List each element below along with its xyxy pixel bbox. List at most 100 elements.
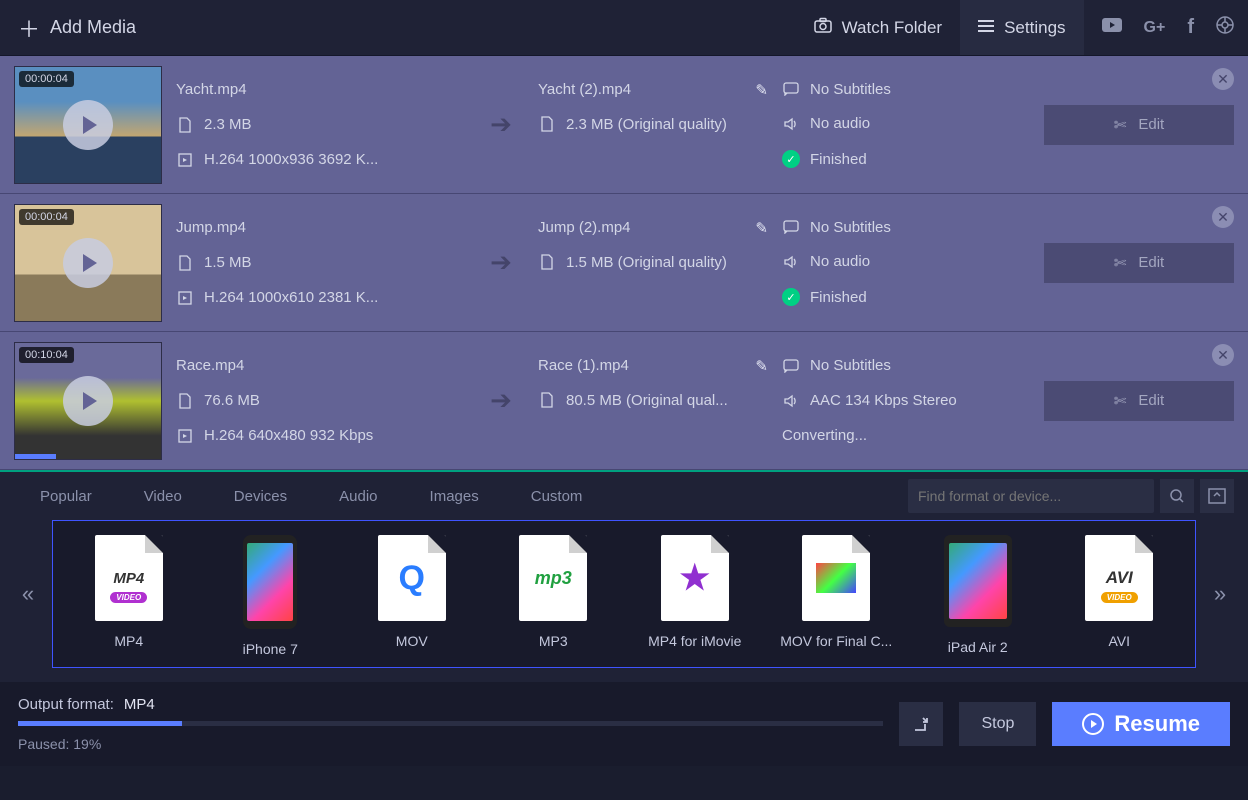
format-preset[interactable]: QMOV [346,535,478,657]
carousel-next-button[interactable]: » [1206,524,1234,664]
file-icon [538,254,556,270]
format-preset[interactable]: ★MP4 for iMovie [629,535,761,657]
source-filename: Race.mp4 [176,357,464,374]
format-label: iPhone 7 [243,641,298,657]
camera-icon [814,17,832,38]
format-search-input[interactable] [918,488,1144,504]
edit-button[interactable]: ✄ Edit [1044,243,1234,283]
dest-size: 2.3 MB (Original quality) [566,116,727,133]
check-icon: ✓ [782,150,800,168]
format-search[interactable] [908,479,1154,513]
file-icon [176,255,194,271]
facebook-icon[interactable]: f [1187,16,1194,39]
subtitles-icon [782,359,800,373]
duration-badge: 00:10:04 [19,347,74,363]
check-icon: ✓ [782,288,800,306]
dest-filename: Race (1).mp4 [538,357,629,374]
format-preset[interactable]: MOV for Final C... [771,535,903,657]
arrow-right-icon: ➔ [490,385,512,416]
format-label: AVI [1108,633,1130,649]
source-codec: H.264 1000x610 2381 K... [204,289,378,306]
codec-icon [176,153,194,167]
rename-icon[interactable]: ✎ [755,357,768,375]
format-label: MP4 for iMovie [648,633,741,649]
play-circle-icon [1082,713,1104,735]
status-value: Finished [810,289,867,306]
subtitles-icon [782,220,800,234]
rename-icon[interactable]: ✎ [755,219,768,237]
dest-filename: Jump (2).mp4 [538,219,631,236]
subtitles-value: No Subtitles [810,357,891,374]
arrow-right-icon: ➔ [490,109,512,140]
format-tab[interactable]: Images [404,472,505,520]
source-codec: H.264 1000x936 3692 K... [204,151,378,168]
output-folder-button[interactable] [899,702,943,746]
file-row: 00:00:04 Jump.mp4 1.5 MB H.264 1000x610 … [0,194,1248,332]
paused-label: Paused: [18,736,69,752]
source-filename: Jump.mp4 [176,219,464,236]
format-preset[interactable]: iPhone 7 [205,535,337,657]
source-codec: H.264 640x480 932 Kbps [204,427,373,444]
video-thumbnail[interactable]: 00:00:04 [14,66,162,184]
edit-button[interactable]: ✄ Edit [1044,105,1234,145]
rename-icon[interactable]: ✎ [755,81,768,99]
dest-size: 80.5 MB (Original qual... [566,392,728,409]
format-preset[interactable]: AVIVIDEOAVI [1054,535,1186,657]
menu-icon [978,18,994,38]
youtube-icon[interactable] [1102,18,1122,37]
video-thumbnail[interactable]: 00:00:04 [14,204,162,322]
format-preset[interactable]: iPad Air 2 [912,535,1044,657]
file-icon [176,393,194,409]
resume-button[interactable]: Resume [1052,702,1230,746]
dest-filename: Yacht (2).mp4 [538,81,631,98]
play-icon[interactable] [63,376,113,426]
remove-button[interactable]: ✕ [1212,68,1234,90]
audio-icon [782,394,800,408]
format-preset[interactable]: MP4VIDEOMP4 [63,535,195,657]
format-tab[interactable]: Devices [208,472,313,520]
remove-button[interactable]: ✕ [1212,344,1234,366]
file-icon [176,117,194,133]
watch-folder-label: Watch Folder [842,18,942,38]
scissors-icon: ✄ [1114,392,1127,410]
expand-formats-button[interactable] [1200,479,1234,513]
support-icon[interactable] [1216,16,1234,39]
carousel-prev-button[interactable]: « [14,524,42,664]
settings-button[interactable]: Settings [960,0,1083,55]
source-size: 76.6 MB [204,392,260,409]
file-icon [538,116,556,132]
subtitles-value: No Subtitles [810,219,891,236]
format-label: MOV [396,633,428,649]
watch-folder-button[interactable]: Watch Folder [796,0,960,55]
status-value: Finished [810,151,867,168]
file-row: 00:00:04 Yacht.mp4 2.3 MB H.264 1000x936… [0,56,1248,194]
source-size: 1.5 MB [204,254,252,271]
settings-label: Settings [1004,18,1065,38]
search-button[interactable] [1160,479,1194,513]
dest-size: 1.5 MB (Original quality) [566,254,727,271]
duration-badge: 00:00:04 [19,209,74,225]
add-media-label: Add Media [50,17,136,38]
format-label: MP4 [114,633,143,649]
video-thumbnail[interactable]: 00:10:04 [14,342,162,460]
scissors-icon: ✄ [1114,116,1127,134]
format-tab[interactable]: Custom [505,472,609,520]
remove-button[interactable]: ✕ [1212,206,1234,228]
play-icon[interactable] [63,238,113,288]
file-row: 00:10:04 Race.mp4 76.6 MB H.264 640x480 … [0,332,1248,470]
format-preset[interactable]: mp3MP3 [488,535,620,657]
format-tab[interactable]: Video [118,472,208,520]
edit-button[interactable]: ✄ Edit [1044,381,1234,421]
output-format-value: MP4 [124,696,155,713]
add-media-button[interactable]: ＋ Add Media [18,12,136,44]
play-icon[interactable] [63,100,113,150]
paused-value: 19% [73,736,101,752]
plus-icon: ＋ [18,12,40,44]
scissors-icon: ✄ [1114,254,1127,272]
audio-value: No audio [810,115,870,132]
status-value: Converting... [782,427,867,444]
googleplus-icon[interactable]: G+ [1144,19,1166,37]
format-tab[interactable]: Popular [14,472,118,520]
format-tab[interactable]: Audio [313,472,403,520]
stop-button[interactable]: Stop [959,702,1036,746]
